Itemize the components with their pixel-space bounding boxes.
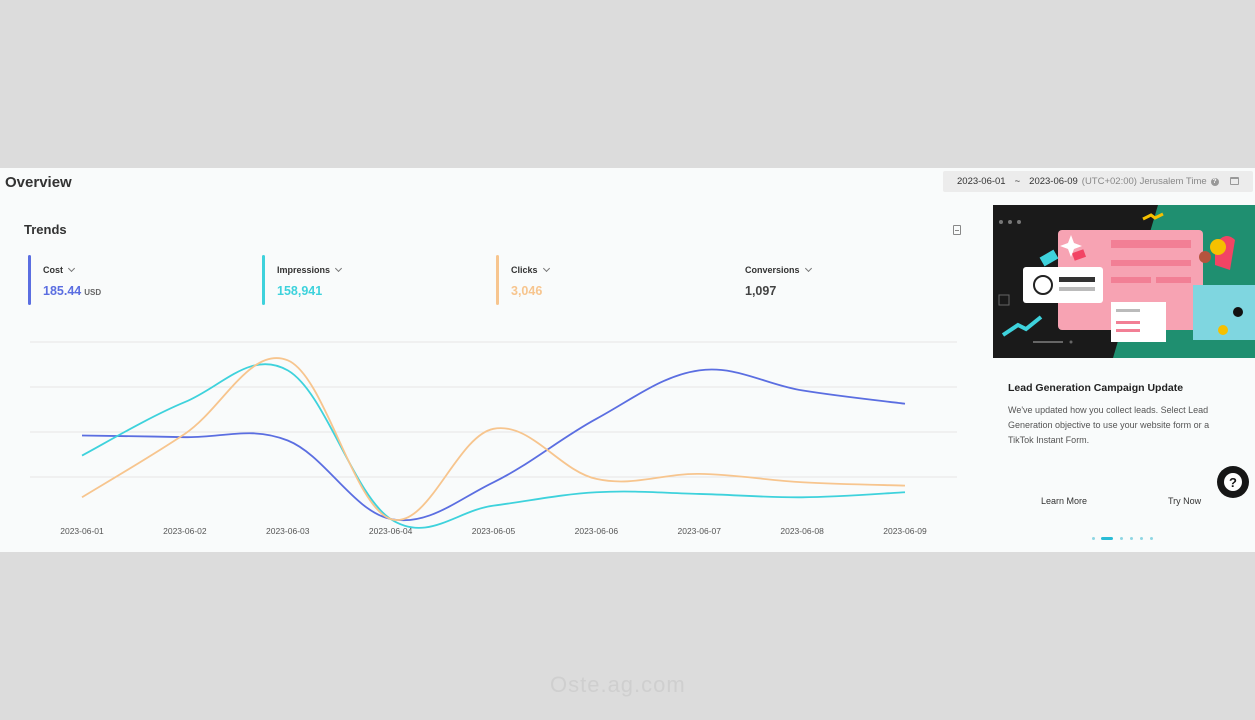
timezone-label: (UTC+02:00) Jerusalem Time xyxy=(1081,176,1207,187)
x-tick-label: 2023-06-02 xyxy=(163,526,207,536)
x-tick-label: 2023-06-06 xyxy=(575,526,619,536)
question-icon: ? xyxy=(1224,473,1242,491)
try-now-button[interactable]: Try Now xyxy=(1168,496,1201,506)
promo-illustration xyxy=(993,205,1255,358)
x-tick-label: 2023-06-05 xyxy=(472,526,516,536)
series-line-impressions xyxy=(81,363,906,529)
help-button[interactable]: ? xyxy=(1217,466,1249,498)
carousel-dot[interactable] xyxy=(1092,537,1095,540)
x-tick-label: 2023-06-01 xyxy=(60,526,104,536)
carousel-dot[interactable] xyxy=(1130,537,1133,540)
date-end: 2023-06-09 xyxy=(1029,176,1078,187)
carousel-dot[interactable] xyxy=(1120,537,1123,540)
trends-chart: 2023-06-01 2023-06-02 2023-06-03 2023-06-04… xyxy=(30,341,957,536)
carousel-dot-active[interactable] xyxy=(1101,537,1113,540)
watermark: Oste.ag.com xyxy=(550,672,686,697)
carousel-dot[interactable] xyxy=(1150,537,1153,540)
promo-title: Lead Generation Campaign Update xyxy=(1008,382,1184,394)
promo-description: We've updated how you collect leads. Sel… xyxy=(1008,405,1210,445)
x-tick-label: 2023-06-09 xyxy=(883,526,927,536)
carousel-dot[interactable] xyxy=(1140,537,1143,540)
overview-panel: Overview 2023-06-01 ~ 2023-06-09 (UTC+02… xyxy=(0,168,1255,552)
x-tick-label: 2023-06-04 xyxy=(369,526,413,536)
promo-card: Lead Generation Campaign Update We've up… xyxy=(993,205,1255,552)
date-range-picker[interactable]: 2023-06-01 ~ 2023-06-09 (UTC+02:00) Jeru… xyxy=(943,171,1253,192)
promo-illustration-art xyxy=(998,205,1255,358)
x-tick-label: 2023-06-08 xyxy=(780,526,824,536)
x-tick-label: 2023-06-07 xyxy=(678,526,722,536)
x-tick-label: 2023-06-03 xyxy=(266,526,310,536)
learn-more-button[interactable]: Learn More xyxy=(1041,496,1087,506)
date-separator: ~ xyxy=(1014,176,1021,187)
series-line-clicks xyxy=(81,357,906,521)
timezone-help-icon[interactable]: ? xyxy=(1210,177,1219,186)
calendar-icon[interactable] xyxy=(1230,177,1239,185)
